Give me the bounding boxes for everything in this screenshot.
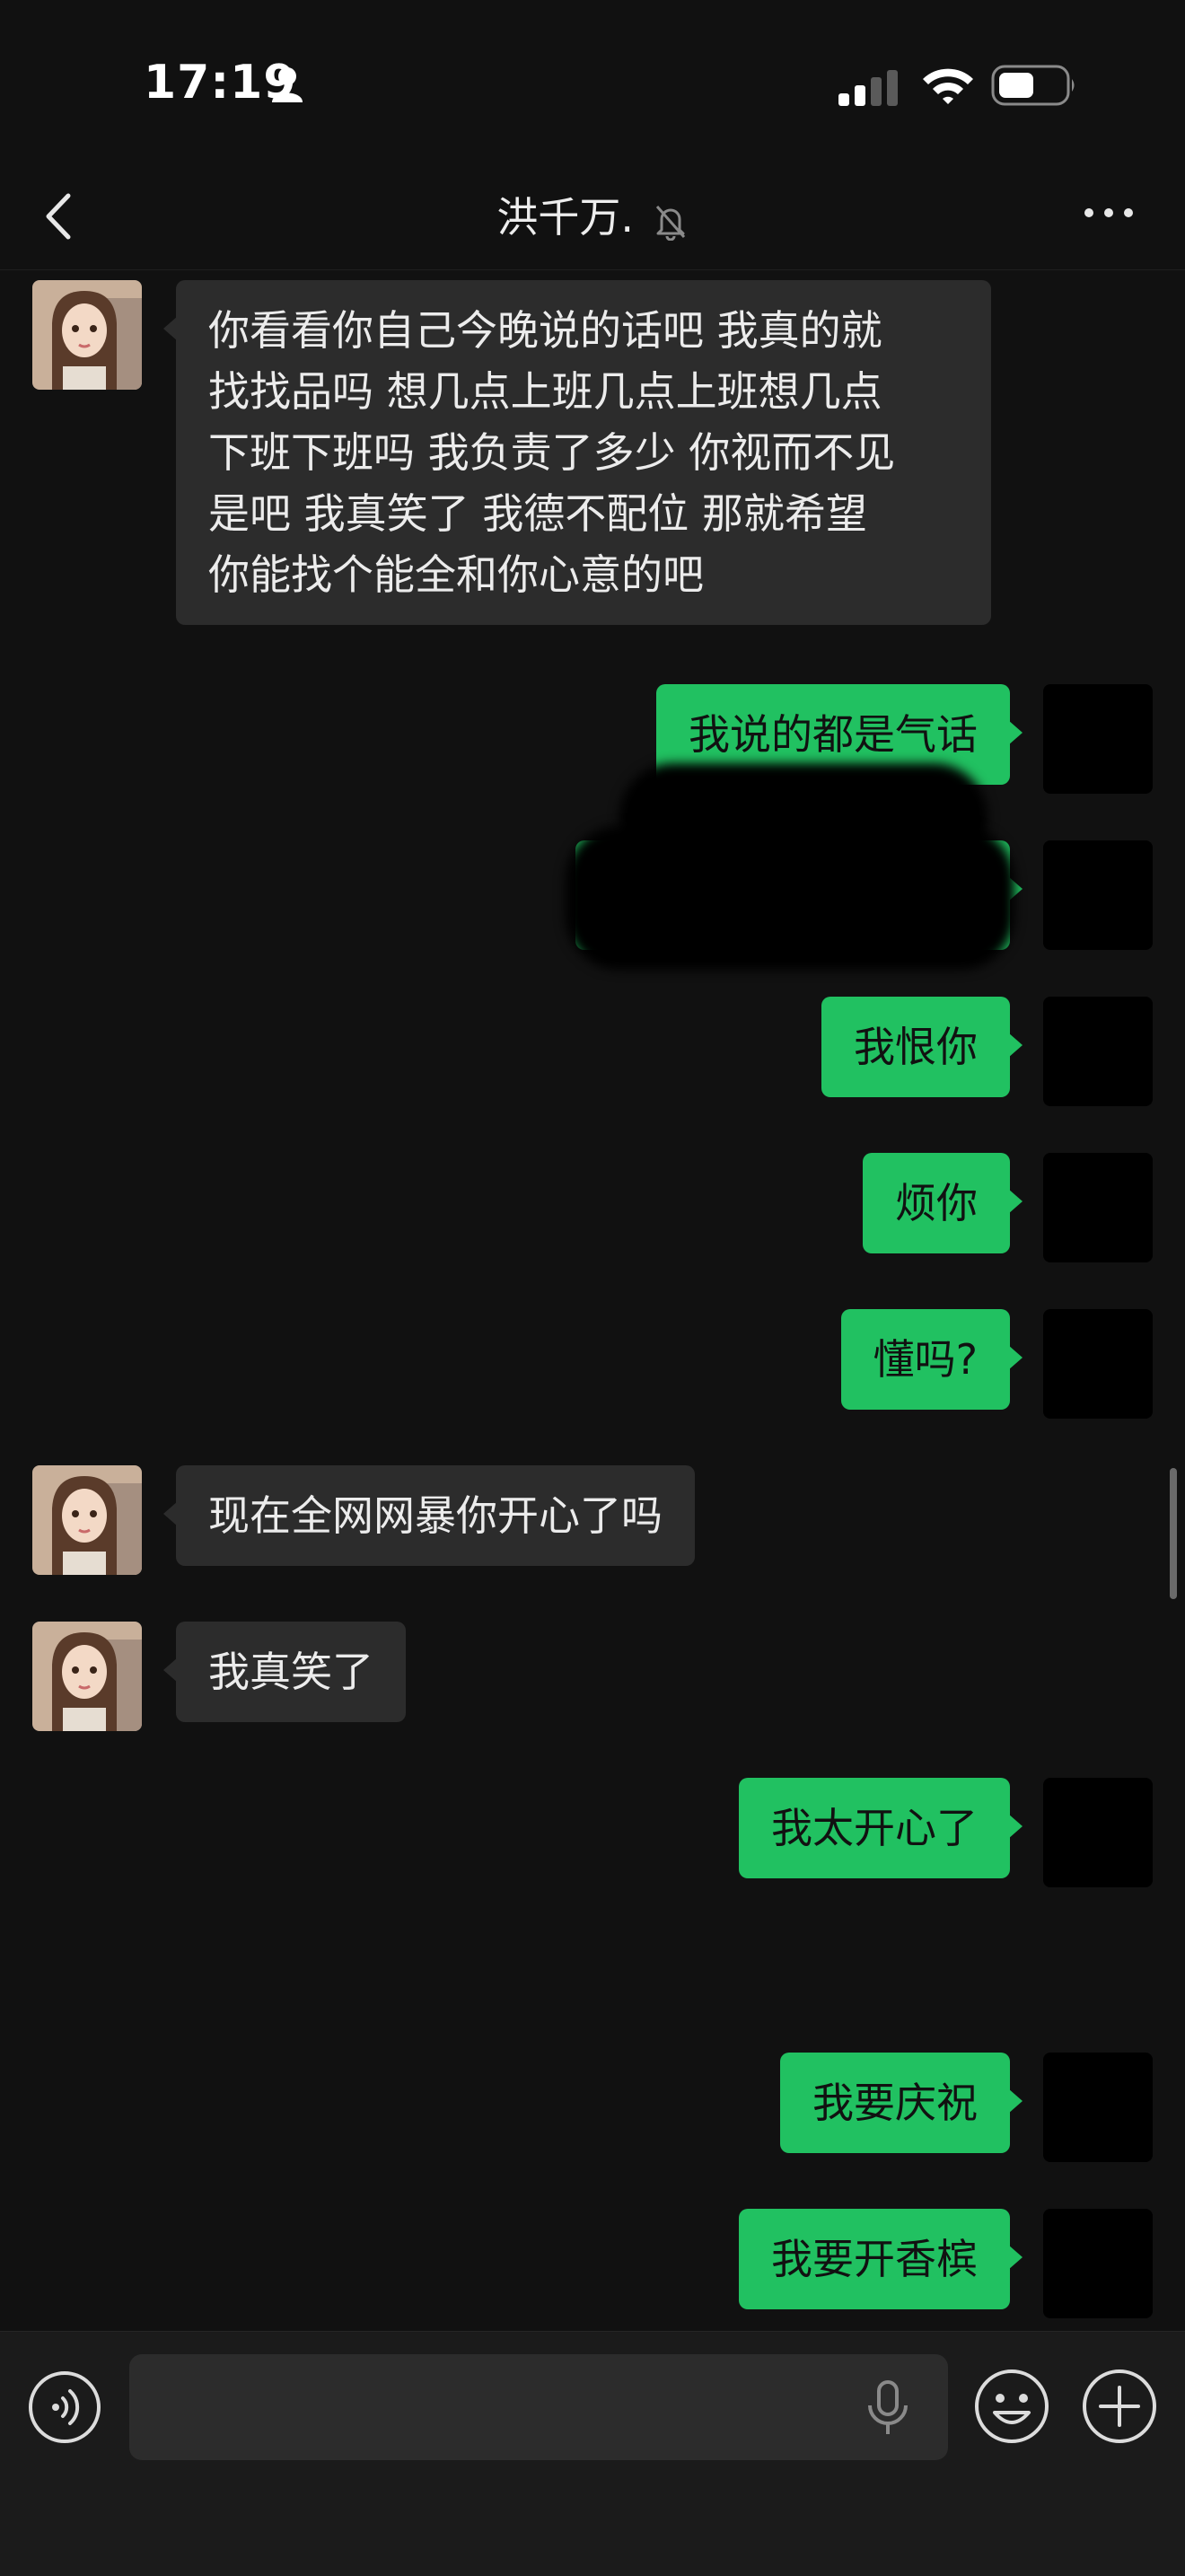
contact-avatar[interactable] (32, 280, 142, 390)
chat-header: 洪千万. (0, 171, 1185, 270)
message-bubble-received[interactable]: 现在全网网暴你开心了吗 (163, 1465, 695, 1566)
message-bubble-sent[interactable]: 烦你 (863, 1153, 1023, 1253)
message-bubble-sent[interactable]: 懂吗? (840, 1309, 1023, 1410)
person-icon (272, 67, 303, 102)
message-list[interactable]: 你看看你自己今晚说的话吧 我真的就 找找品吗 想几点上班几点上班想几点 下班下班… (0, 269, 1185, 2331)
voice-icon[interactable] (27, 2369, 102, 2445)
message-bubble-received[interactable]: 我真笑了 (163, 1622, 406, 1722)
my-avatar[interactable] (1043, 684, 1153, 794)
message-input[interactable] (129, 2354, 948, 2460)
message-bubble-sent[interactable]: 我要开香槟 (739, 2209, 1023, 2309)
more-icon[interactable] (1082, 205, 1136, 221)
contact-avatar[interactable] (32, 1465, 142, 1575)
battery-icon (991, 65, 1075, 106)
mute-bell-icon (655, 205, 685, 241)
my-avatar[interactable] (1043, 1778, 1153, 1887)
contact-avatar[interactable] (32, 1622, 142, 1731)
my-avatar[interactable] (1043, 1153, 1153, 1262)
chat-title: 洪千万. (496, 193, 634, 242)
status-bar: 17:19 (0, 0, 1185, 171)
message-bubble-sent[interactable]: 我太开心了 (739, 1778, 1023, 1878)
my-avatar[interactable] (1043, 997, 1153, 1106)
scrollbar[interactable] (1170, 1468, 1177, 1599)
signal-icon (838, 70, 898, 106)
my-avatar[interactable] (1043, 2053, 1153, 2162)
message-bubble-sent[interactable]: 我要庆祝 (780, 2053, 1023, 2153)
my-avatar[interactable] (1043, 2209, 1153, 2318)
message-bubble-received[interactable]: 你看看你自己今晚说的话吧 我真的就 找找品吗 想几点上班几点上班想几点 下班下班… (163, 280, 991, 625)
my-avatar[interactable] (1043, 1309, 1153, 1419)
microphone-icon[interactable] (864, 2378, 912, 2438)
input-bar (0, 2331, 1185, 2576)
emoji-icon[interactable] (973, 2368, 1050, 2445)
my-avatar[interactable] (1043, 840, 1153, 950)
redaction-scribble (566, 826, 1014, 970)
wifi-icon (923, 68, 973, 104)
message-bubble-sent[interactable]: 我恨你 (821, 997, 1023, 1097)
chat-title-container: 洪千万. (0, 185, 1185, 244)
plus-icon[interactable] (1081, 2368, 1158, 2445)
